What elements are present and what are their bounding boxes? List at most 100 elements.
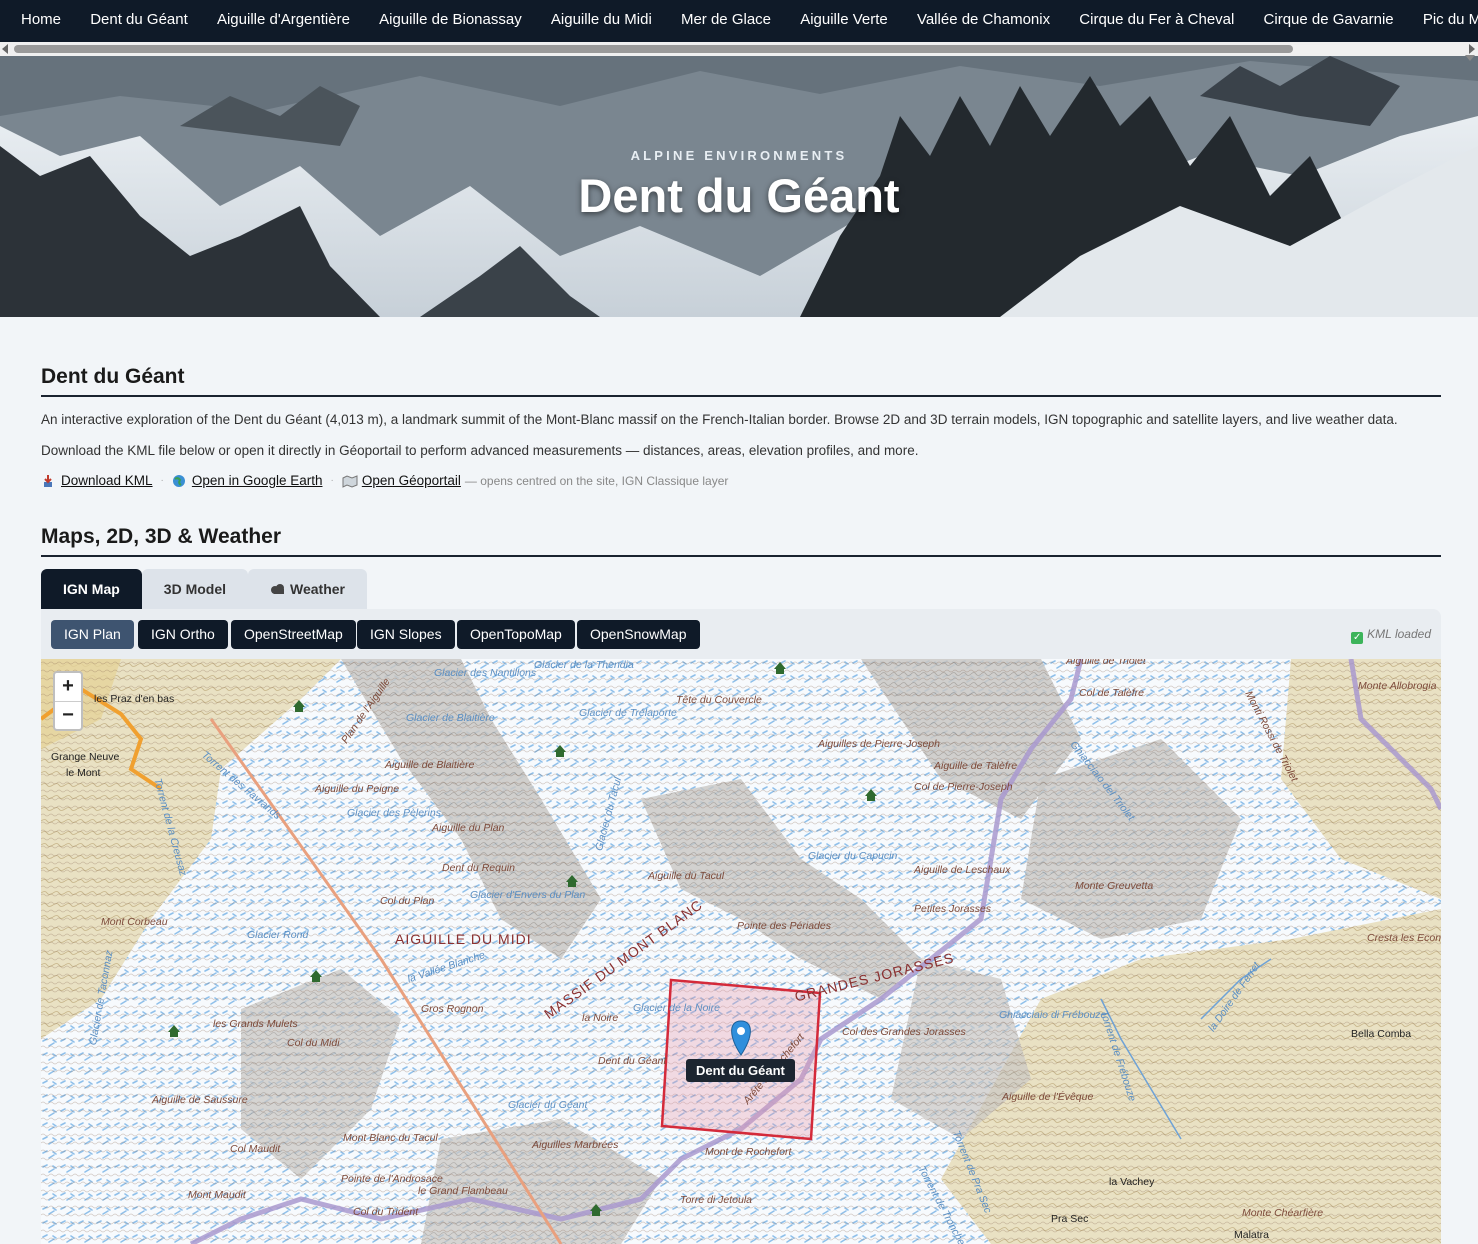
nav-items: Home Dent du Géant Aiguille d'Argentière Ai… bbox=[0, 0, 1478, 40]
map-label: Mont Blanc du Tacul bbox=[343, 1132, 438, 1144]
map-label: le Grand Flambeau bbox=[418, 1185, 508, 1197]
place-label: Bella Comba bbox=[1351, 1028, 1412, 1040]
map-label: Ghiacciaio di Frébouze bbox=[999, 1009, 1107, 1021]
layer-toolbar: IGN Plan IGN Ortho OpenStreetMap IGN Slo… bbox=[41, 609, 1441, 659]
nav-link[interactable]: Vallée de Chamonix bbox=[902, 0, 1064, 40]
top-navigation: Home Dent du Géant Aiguille d'Argentière Ai… bbox=[0, 0, 1478, 42]
map-label: Mont Maudit bbox=[188, 1189, 246, 1201]
map-label: Monte Chéarfière bbox=[1242, 1207, 1324, 1219]
layer-ign-slopes-button[interactable]: IGN Slopes bbox=[357, 620, 455, 649]
refuge-hut-icon[interactable] bbox=[554, 745, 566, 757]
horizontal-scrollbar[interactable] bbox=[0, 42, 1478, 56]
maps-section: Maps, 2D, 3D & Weather bbox=[41, 525, 1441, 557]
marker-tooltip: Dent du Géant bbox=[686, 1059, 795, 1082]
nav-link[interactable]: Dent du Géant bbox=[76, 0, 203, 40]
map-label: Monte Greuvetta bbox=[1075, 880, 1154, 892]
map-icon bbox=[342, 474, 358, 488]
refuge-hut-icon[interactable] bbox=[293, 700, 305, 712]
map-label: Aiguilles de Pierre-Joseph bbox=[818, 738, 940, 750]
map-label: Aiguille du Plan bbox=[432, 822, 505, 834]
map-label: Aiguille du Peigne bbox=[315, 783, 400, 795]
map-label: Petites Jorasses bbox=[914, 903, 992, 915]
geoportail-link[interactable]: Open Géoportail bbox=[362, 473, 461, 488]
layer-ign-ortho-button[interactable]: IGN Ortho bbox=[138, 620, 228, 649]
map-label: Dent du Requin bbox=[442, 862, 515, 874]
map-label: Aiguille du Tacul bbox=[648, 870, 725, 882]
tab-weather[interactable]: Weather bbox=[248, 569, 367, 609]
ign-map[interactable]: Glacier de la Thendia Glacier des Nantil… bbox=[41, 659, 1441, 1244]
map-tabs: IGN Map 3D Model Weather bbox=[41, 569, 367, 609]
scroll-right-icon[interactable] bbox=[1469, 44, 1475, 54]
map-label: Glacier de la Noire bbox=[633, 1002, 720, 1014]
scrollbar-thumb[interactable] bbox=[14, 45, 1293, 53]
layer-opensnowmap-button[interactable]: OpenSnowMap bbox=[577, 620, 700, 649]
geoportail-note: — opens centred on the site, IGN Classiq… bbox=[464, 473, 729, 488]
nav-home-link[interactable]: Home bbox=[0, 0, 76, 40]
map-label: Glacier de Trélaporte bbox=[579, 707, 677, 719]
map-label: Cresta les Econ bbox=[1367, 932, 1441, 944]
map-label: Tête du Couvercle bbox=[676, 694, 762, 706]
nav-link[interactable]: Aiguille Verte bbox=[786, 0, 903, 40]
tab-ign-map[interactable]: IGN Map bbox=[41, 569, 142, 609]
nav-link[interactable]: Cirque de Gavarnie bbox=[1249, 0, 1408, 40]
map-label: Aiguilles Marbrées bbox=[532, 1139, 619, 1151]
nav-link[interactable]: Aiguille d'Argentière bbox=[202, 0, 364, 40]
refuge-hut-icon[interactable] bbox=[566, 875, 578, 887]
region-label: AIGUILLE DU MIDI bbox=[395, 931, 532, 947]
layer-opentopomap-button[interactable]: OpenTopoMap bbox=[457, 620, 575, 649]
nav-link[interactable]: Mer de Glace bbox=[666, 0, 785, 40]
place-label: les Praz d'en bas bbox=[94, 693, 175, 705]
map-label: Glacier de la Thendia bbox=[534, 659, 634, 671]
map-label: Glacier du Géant bbox=[508, 1099, 588, 1111]
map-label: Mont Corbeau bbox=[101, 916, 168, 928]
nav-link[interactable]: Cirque du Fer à Cheval bbox=[1065, 0, 1249, 40]
kml-status: ✓ KML loaded bbox=[1351, 627, 1431, 644]
place-label: Malatra bbox=[1234, 1229, 1270, 1241]
map-label: Aiguille de Triolet bbox=[1066, 659, 1146, 667]
map-label: la Noire bbox=[582, 1012, 619, 1024]
refuge-hut-icon[interactable] bbox=[774, 662, 786, 674]
map-label: Dent du Géant bbox=[598, 1055, 667, 1067]
nav-link[interactable]: Aiguille de Bionassay bbox=[365, 0, 537, 40]
nav-link[interactable]: Pic du Midi d'Ossau bbox=[1408, 0, 1478, 40]
separator-dot: · bbox=[330, 475, 334, 486]
map-label: Col de Pierre-Joseph bbox=[914, 781, 1013, 793]
map-label: Col des Grandes Jorasses bbox=[842, 1026, 966, 1038]
layer-openstreetmap-button[interactable]: OpenStreetMap bbox=[231, 620, 356, 649]
zoom-in-button[interactable]: + bbox=[55, 673, 81, 701]
map-label: Mont de Rochefort bbox=[705, 1146, 792, 1158]
place-label: Grange Neuve bbox=[51, 751, 120, 763]
map-label: Aiguille de l'Évêque bbox=[1002, 1091, 1094, 1103]
hero-banner: ALPINE ENVIRONMENTS Dent du Géant bbox=[0, 56, 1478, 317]
intro-paragraph-1: An interactive exploration of the Dent d… bbox=[41, 412, 1398, 427]
place-label: la Vachey bbox=[1109, 1176, 1155, 1188]
download-kml-link[interactable]: Download KML bbox=[61, 473, 153, 488]
google-earth-link[interactable]: Open in Google Earth bbox=[192, 473, 323, 488]
map-label: Glacier d'Envers du Plan bbox=[470, 889, 586, 901]
map-label: Glacier des Pèlerins bbox=[347, 807, 441, 819]
scroll-down-icon[interactable] bbox=[1465, 55, 1475, 61]
tab-3d-model[interactable]: 3D Model bbox=[141, 569, 249, 609]
map-label: Col de Talèfre bbox=[1079, 687, 1144, 699]
nav-link[interactable]: Aiguille du Midi bbox=[536, 0, 666, 40]
checkmark-icon: ✓ bbox=[1351, 632, 1364, 644]
hero-title: Dent du Géant bbox=[578, 169, 900, 222]
zoom-control: + − bbox=[53, 671, 83, 731]
refuge-hut-icon[interactable] bbox=[168, 1025, 180, 1037]
map-label: Glacier Rond bbox=[247, 929, 309, 941]
map-label: Col du Plan bbox=[380, 895, 435, 907]
refuge-hut-icon[interactable] bbox=[865, 789, 877, 801]
tab-weather-label: Weather bbox=[290, 581, 345, 597]
map-label: Gros Rognon bbox=[421, 1003, 484, 1015]
scroll-left-icon[interactable] bbox=[2, 44, 8, 54]
kml-status-label: KML loaded bbox=[1367, 627, 1431, 641]
map-label: Torre di Jetoula bbox=[680, 1194, 752, 1206]
map-label: Col Maudit bbox=[230, 1143, 281, 1155]
intro-section: Dent du Géant bbox=[41, 365, 1441, 397]
refuge-hut-icon[interactable] bbox=[310, 970, 322, 982]
zoom-out-button[interactable]: − bbox=[55, 701, 81, 729]
refuge-hut-icon[interactable] bbox=[590, 1204, 602, 1216]
layer-ign-plan-button[interactable]: IGN Plan bbox=[51, 620, 134, 649]
globe-icon bbox=[172, 474, 186, 488]
map-label: Pointe de l'Androsace bbox=[341, 1173, 443, 1185]
